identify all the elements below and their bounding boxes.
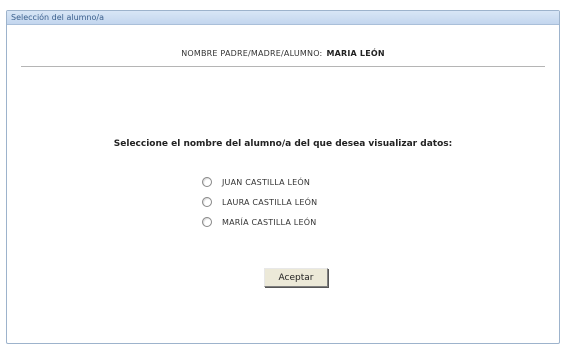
student-label: MARÍA CASTILLA LEÓN <box>222 217 317 227</box>
student-selection-panel: Selección del alumno/a NOMBRE PADRE/MADR… <box>6 10 560 344</box>
student-label: JUAN CASTILLA LEÓN <box>222 177 311 187</box>
panel-title: Selección del alumno/a <box>7 11 559 25</box>
radio-button[interactable] <box>202 177 212 187</box>
divider <box>21 66 545 67</box>
parent-label: NOMBRE PADRE/MADRE/ALUMNO: <box>181 49 323 58</box>
student-label: LAURA CASTILLA LEÓN <box>222 197 318 207</box>
radio-button[interactable] <box>202 197 212 207</box>
student-option-juan[interactable]: JUAN CASTILLA LEÓN <box>202 175 310 189</box>
accept-button[interactable]: Aceptar <box>264 268 328 287</box>
radio-button[interactable] <box>202 217 212 227</box>
parent-info: NOMBRE PADRE/MADRE/ALUMNO: MARIA LEÓN <box>7 49 559 58</box>
student-option-maria[interactable]: MARÍA CASTILLA LEÓN <box>202 215 316 229</box>
student-option-laura[interactable]: LAURA CASTILLA LEÓN <box>202 195 317 209</box>
parent-name: MARIA LEÓN <box>326 49 385 58</box>
selection-prompt: Seleccione el nombre del alumno/a del qu… <box>113 139 453 149</box>
